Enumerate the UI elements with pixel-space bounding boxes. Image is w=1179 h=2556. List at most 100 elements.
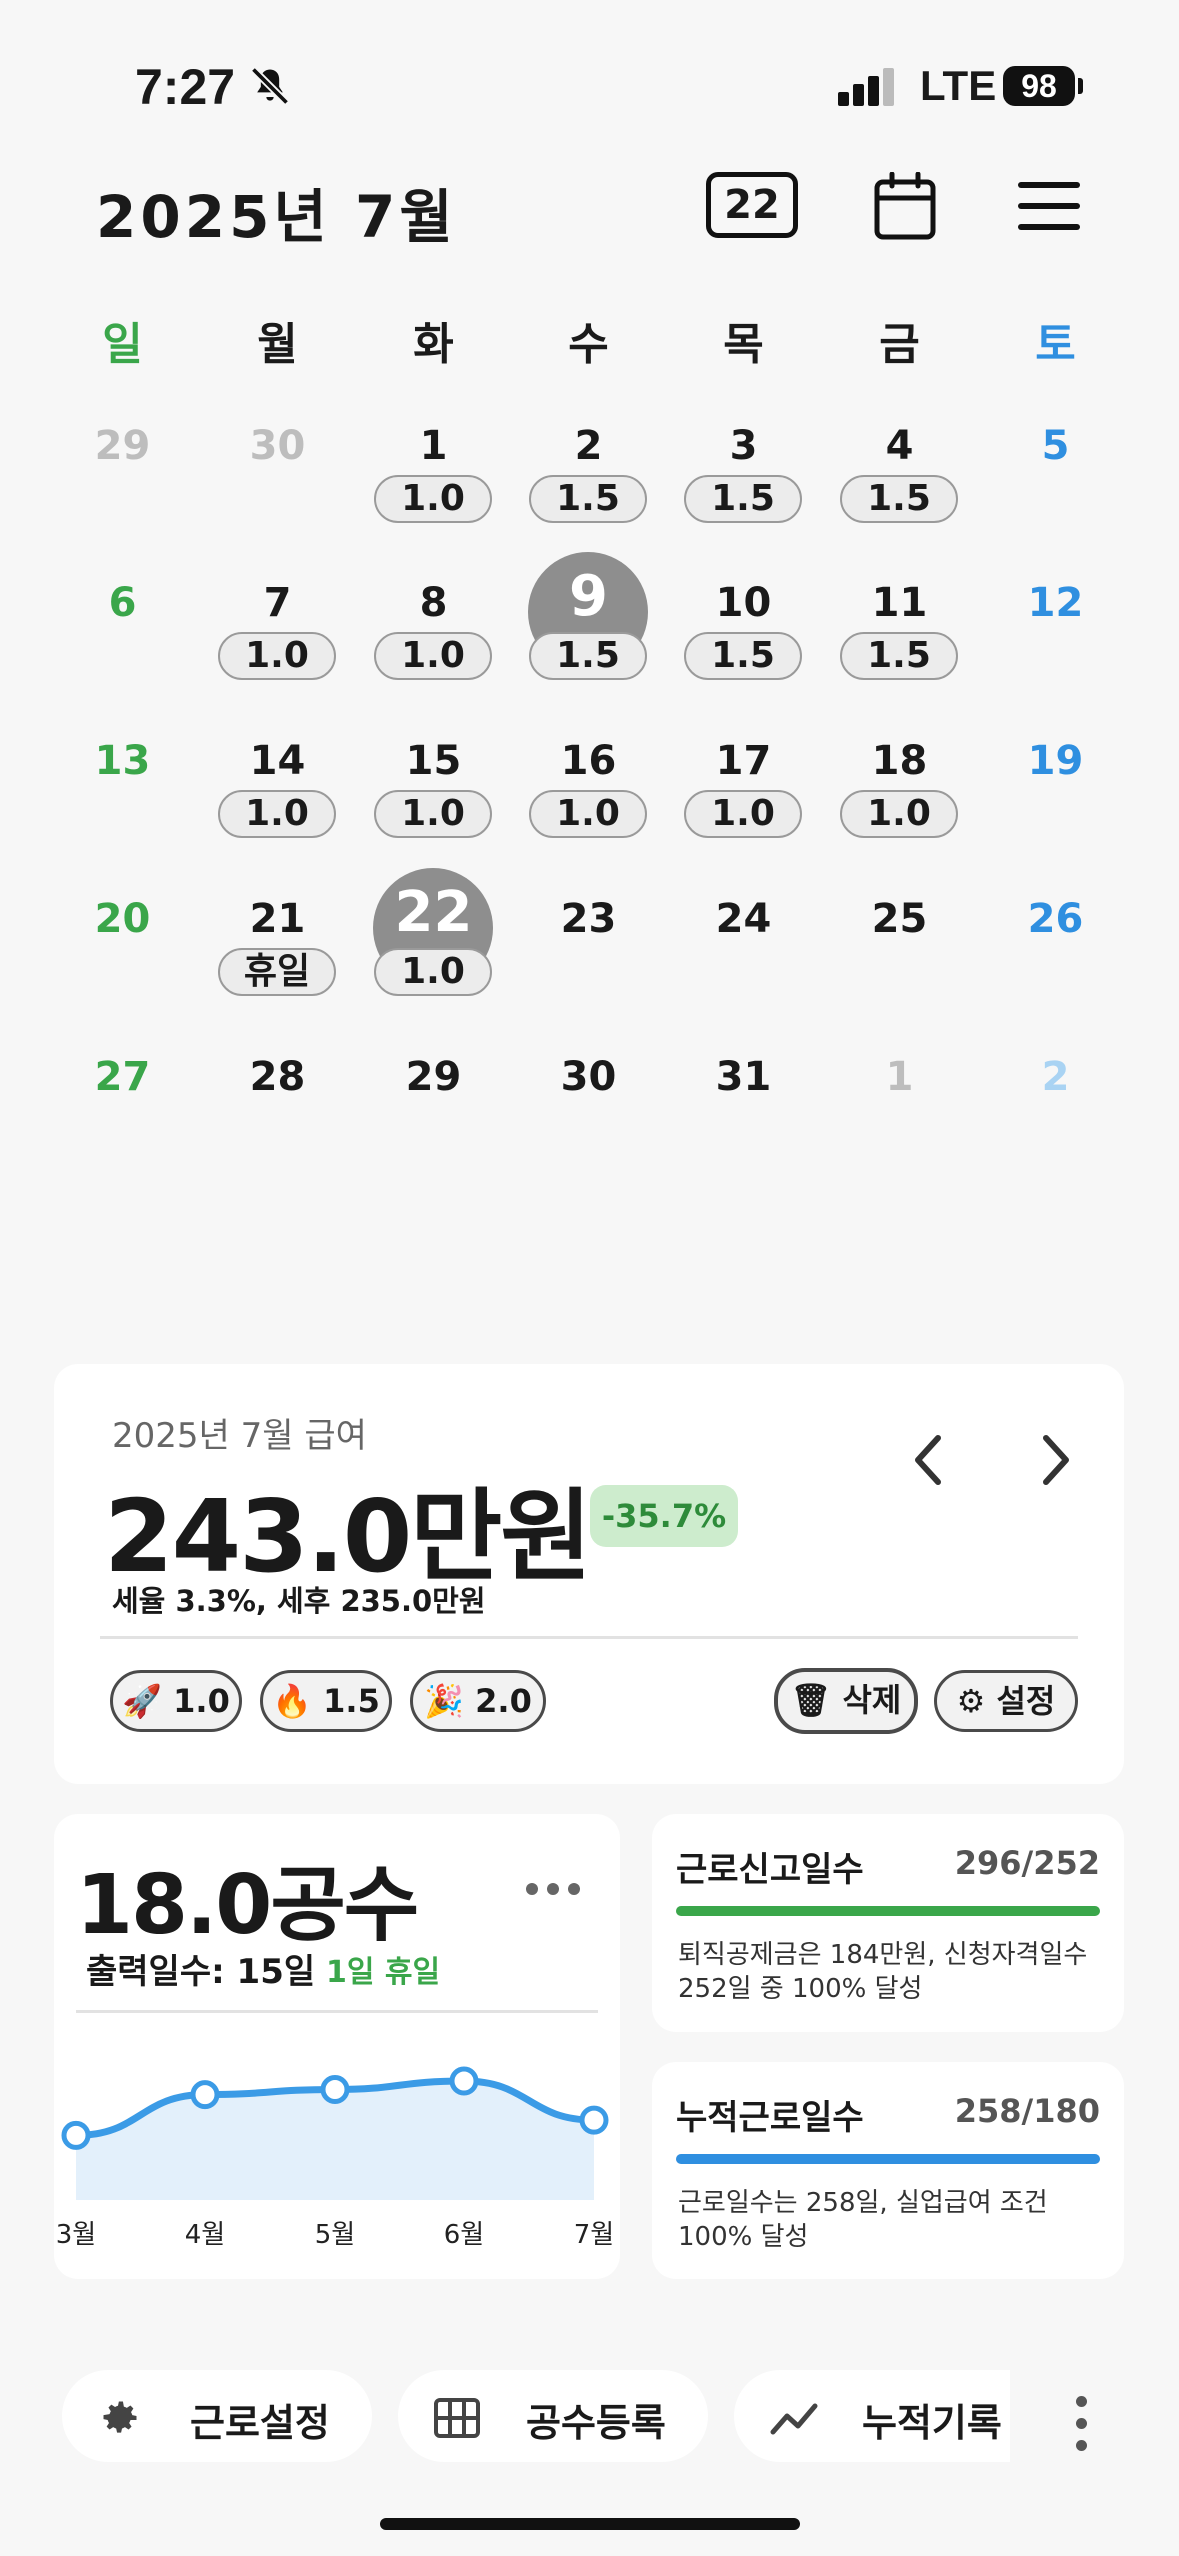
nav-work-register[interactable]: 공수등록 [398,2370,708,2462]
gear-icon [103,2401,137,2433]
work-unit-pill: 1.5 [840,632,958,680]
weekday-header: 화 [413,319,454,370]
day-number: 2 [1041,1054,1070,1100]
rocket-icon: 🚀 [122,1682,162,1720]
weekday-header: 금 [879,319,920,370]
nav-label: 근로설정 [190,2401,330,2445]
cumulative-days-desc: 근로일수는 258일, 실업급여 조건 100% 달성 [678,2188,1048,2252]
month-label: 6월 [443,2220,485,2250]
today-button[interactable]: 22 [706,172,798,238]
work-trend-chart [61,2066,609,2200]
month-label: 5월 [314,2220,356,2250]
work-divider [76,2010,598,2013]
network-type: LTE [920,62,997,109]
fire-icon: 🔥 [272,1682,312,1720]
gear-icon: ⚙ [956,1682,986,1720]
chevron-left-icon[interactable] [908,1432,952,1488]
nav-work-settings[interactable]: 근로설정 [62,2370,372,2462]
day-number: 20 [94,896,151,942]
day-number: 5 [1041,423,1070,469]
day-number: 1 [885,1054,914,1100]
trash-icon: 🗑 [790,1681,832,1719]
rate-chip-3[interactable]: 🎉 2.0 [410,1670,546,1732]
work-unit-pill: 1.0 [374,475,492,523]
weekday-header: 토 [1035,319,1076,370]
day-number: 27 [94,1054,151,1100]
rate-chip-2[interactable]: 🔥 1.5 [260,1670,392,1732]
day-number: 10 [715,580,772,626]
page-title[interactable]: 2025년 7월 [96,170,457,254]
day-number: 9 [569,564,608,629]
cumulative-days-count: 258/180 [954,2092,1100,2130]
trend-point [61,2120,91,2150]
day-number: 15 [405,738,462,784]
day-number: 1 [419,423,448,469]
rate-chip-1[interactable]: 🚀 1.0 [110,1670,242,1732]
more-icon[interactable] [526,1880,582,1898]
salary-label: 2025년 7월 급여 [112,1416,367,1456]
weekday-header: 목 [723,319,764,370]
rate-value: 1.0 [173,1682,230,1720]
salary-change-badge: -35.7% [590,1485,738,1547]
calendar-icon[interactable] [874,172,936,240]
work-unit-pill: 1.5 [529,475,647,523]
work-unit-pill: 1.5 [529,632,647,680]
day-number: 21 [249,896,306,942]
settings-button[interactable]: ⚙ 설정 [934,1670,1078,1732]
report-days-count: 296/252 [954,1844,1100,1882]
day-number: 22 [394,880,473,945]
trend-point [579,2105,609,2135]
work-unit-pill: 휴일 [218,948,336,996]
weekday-header: 수 [568,319,609,370]
cumulative-days-progress [676,2154,1100,2164]
day-number: 29 [405,1054,462,1100]
day-number: 30 [249,423,306,469]
day-number: 25 [871,896,928,942]
work-days: 출력일수: 15일 [86,1952,316,1992]
report-days-progress [676,1906,1100,1916]
settings-label: 설정 [996,1682,1056,1720]
day-number: 26 [1027,896,1084,942]
day-number: 18 [871,738,928,784]
trend-icon [770,2403,818,2435]
nav-label: 공수등록 [526,2401,666,2445]
trend-point [449,2066,479,2096]
day-number: 29 [94,423,151,469]
nav-label: 누적기록 [862,2401,1002,2445]
day-number: 16 [560,738,617,784]
grid-icon [434,2398,480,2438]
day-number: 30 [560,1054,617,1100]
day-number: 4 [885,423,914,469]
salary-divider [100,1636,1078,1639]
work-unit-pill: 1.0 [684,790,802,838]
day-number: 28 [249,1054,306,1100]
battery-tip [1078,78,1083,94]
nav-cumulative-record[interactable]: 누적기록 [734,2370,1010,2462]
party-icon: 🎉 [424,1682,464,1720]
battery-icon: 98 [1003,66,1075,106]
more-vertical-icon[interactable] [1074,2396,1090,2452]
rate-value: 1.5 [323,1682,380,1720]
day-number: 19 [1027,738,1084,784]
holiday-count: 1일 휴일 [326,1955,441,1990]
menu-icon[interactable] [1018,182,1080,230]
work-unit-pill: 1.5 [684,475,802,523]
day-number: 7 [263,580,292,626]
month-label: 3월 [55,2220,97,2250]
weekday-header: 일 [102,319,143,370]
day-number: 6 [108,580,137,626]
day-number: 14 [249,738,306,784]
signal-icon [838,66,898,106]
cumulative-days-title: 누적근로일수 [676,2098,864,2138]
work-unit-pill: 1.0 [374,948,492,996]
trend-point [320,2075,350,2104]
chevron-right-icon[interactable] [1032,1432,1076,1488]
work-total: 18.0공수 [76,1858,419,1953]
day-number: 3 [729,423,758,469]
month-label: 4월 [184,2220,226,2250]
delete-label: 삭제 [842,1681,902,1719]
delete-button[interactable]: 🗑 삭제 [774,1668,918,1734]
work-unit-pill: 1.0 [218,632,336,680]
day-number: 2 [574,423,603,469]
day-number: 8 [419,580,448,626]
